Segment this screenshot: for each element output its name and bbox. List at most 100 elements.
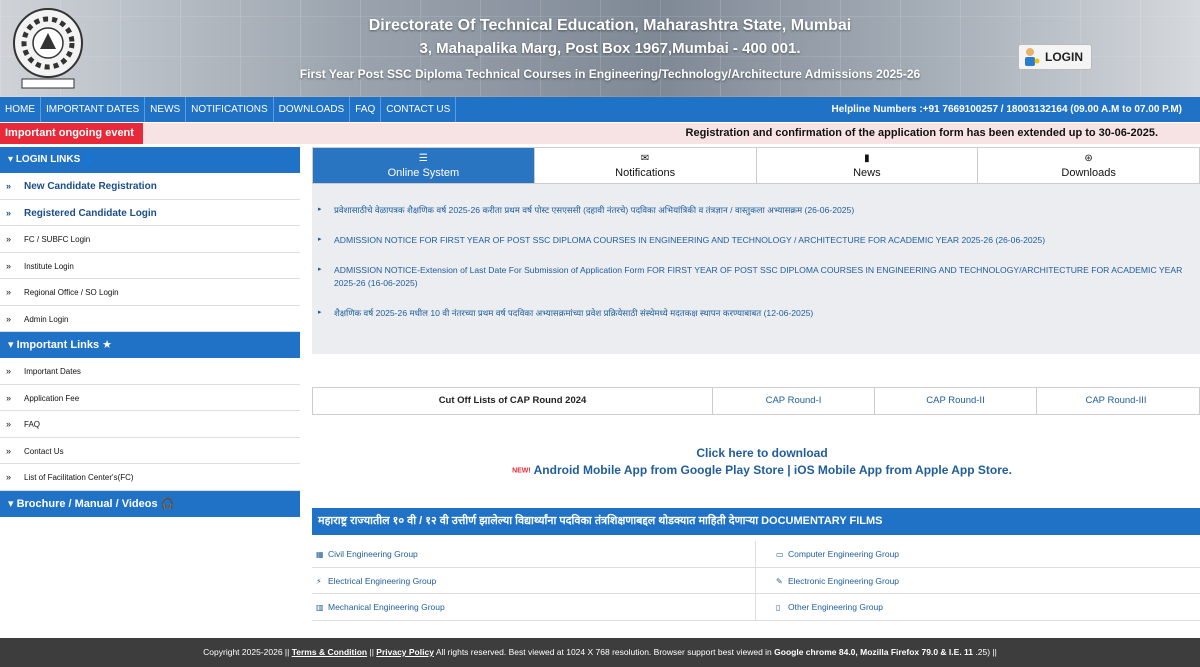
file-icon: ▯ — [776, 603, 781, 612]
dte-emblem-logo — [13, 8, 83, 89]
nav-faq[interactable]: FAQ — [350, 97, 382, 122]
sidebar-item-faq[interactable]: » FAQ — [0, 411, 300, 438]
wrench-icon: ✎ — [776, 576, 783, 586]
bullet-icon: ▸ — [318, 266, 322, 273]
tab-online-system[interactable]: ☰ Online System — [313, 148, 535, 183]
nav-news[interactable]: NEWS — [145, 97, 187, 122]
film-link-mechanical[interactable]: ▥ Mechanical Engineering Group — [312, 594, 756, 620]
document-icon: ▮ — [864, 153, 870, 164]
nav-notifications[interactable]: NOTIFICATIONS — [186, 97, 274, 122]
sidebar-item-fc-login[interactable]: » FC / SUBFC Login — [0, 226, 300, 253]
cap-round-1-link[interactable]: CAP Round-I — [713, 388, 875, 414]
ongoing-event-message[interactable]: Registration and confirmation of the app… — [686, 123, 1158, 144]
nav-important-dates[interactable]: IMPORTANT DATES — [41, 97, 146, 122]
header-title: Directorate Of Technical Education, Maha… — [368, 17, 852, 34]
film-row: ▦ Civil Engineering Group ▭ Computer Engin… — [312, 541, 1200, 568]
double-chevron-icon: » — [6, 234, 12, 244]
film-row: ⚡ Electrical Engineering Group ✎ Electroni… — [312, 567, 1200, 594]
sidebar-item-regional-office-login[interactable]: » Regional Office / SO Login — [0, 279, 300, 306]
cap-round-2-link[interactable]: CAP Round-II — [875, 388, 1037, 414]
link-separator: | — [787, 463, 791, 477]
app-download: Click here to download NEW! Android Mobi… — [312, 446, 1200, 477]
sidebar-item-registered-candidate-login[interactable]: » Registered Candidate Login — [0, 199, 300, 226]
plug-icon: ⚡ — [316, 576, 322, 586]
tab-news[interactable]: ▮ News — [757, 148, 979, 183]
cutoff-lists-bar: Cut Off Lists of CAP Round 2024 CAP Roun… — [312, 387, 1200, 415]
sidebar-item-admin-login[interactable]: » Admin Login — [0, 305, 300, 332]
nav-home[interactable]: HOME — [0, 97, 41, 122]
film-link-computer[interactable]: ▭ Computer Engineering Group — [756, 541, 1200, 567]
footer-browsers: Google chrome 84.0, Mozilla Firefox 79.0… — [774, 647, 974, 657]
android-app-link[interactable]: Android Mobile App from Google Play Stor… — [534, 463, 784, 477]
new-badge: NEW! — [512, 467, 531, 475]
ios-app-link[interactable]: iOS Mobile App from Apple App Store. — [794, 463, 1012, 477]
notice-item[interactable]: ▸ प्रवेशासाठीचे वेळापत्रक शैक्षणिक वर्ष 2… — [318, 204, 1188, 217]
terms-link[interactable]: Terms & Condition — [292, 647, 367, 657]
documentary-films-list: ▦ Civil Engineering Group ▭ Computer Engin… — [312, 541, 1200, 621]
envelope-icon: ✉ — [640, 153, 650, 164]
header-subtitle: First Year Post SSC Diploma Technical Co… — [299, 67, 921, 81]
privacy-link[interactable]: Privacy Policy — [376, 647, 434, 657]
caret-down-icon: ▾ — [8, 497, 17, 510]
notice-item[interactable]: ▸ ADMISSION NOTICE FOR FIRST YEAR OF POST… — [318, 234, 1188, 247]
helpline-numbers: Helpline Numbers :+91 7669100257 / 18003… — [831, 104, 1182, 115]
user-icon: 👤 — [83, 154, 96, 165]
film-link-other[interactable]: ▯ Other Engineering Group — [756, 594, 1200, 620]
bar-chart-icon: ▥ — [316, 603, 324, 612]
site-footer: Copyright 2025-2026 || Terms & Condition… — [0, 638, 1200, 667]
tab-downloads[interactable]: ⊛ Downloads — [978, 148, 1199, 183]
list-icon: ☰ — [418, 153, 428, 164]
tab-notifications[interactable]: ✉ Notifications — [535, 148, 757, 183]
sidebar-brochure-header[interactable]: ▾ Brochure / Manual / Videos 🎧 — [0, 490, 300, 517]
footer-tail: .25) || — [975, 647, 997, 657]
download-icon: ⊛ — [1084, 153, 1093, 164]
double-chevron-icon: » — [6, 313, 12, 324]
footer-copyright: Copyright 2025-2026 || — [203, 647, 290, 657]
film-link-electronic[interactable]: ✎ Electronic Engineering Group — [756, 568, 1200, 594]
double-chevron-icon: » — [6, 366, 12, 376]
notice-item[interactable]: ▸ ADMISSION NOTICE-Extension of Last Date… — [318, 264, 1188, 290]
star-icon: ★ — [102, 339, 113, 351]
ongoing-event-bar: Important ongoing event Registration and… — [0, 123, 1200, 144]
tab-bar: ☰ Online System ✉ Notifications ▮ News ⊛… — [312, 147, 1200, 184]
main-nav: HOME IMPORTANT DATES NEWS NOTIFICATIONS … — [0, 97, 1200, 122]
cap-round-3-link[interactable]: CAP Round-III — [1037, 388, 1195, 414]
double-chevron-icon: » — [6, 392, 12, 403]
documentary-films-header: महाराष्ट्र राज्यातील १० वी / १२ वी उत्ती… — [312, 508, 1200, 535]
sidebar-item-new-candidate-registration[interactable]: » New Candidate Registration — [0, 173, 300, 200]
sidebar-item-institute-login[interactable]: » Institute Login — [0, 252, 300, 279]
sidebar: ▾ LOGIN LINKS 👤 » New Candidate Registrat… — [0, 147, 300, 517]
ongoing-event-tag: Important ongoing event — [0, 123, 143, 144]
film-link-civil[interactable]: ▦ Civil Engineering Group — [312, 541, 756, 567]
sidebar-item-contact-us[interactable]: » Contact Us — [0, 437, 300, 464]
sidebar-item-important-dates[interactable]: » Important Dates — [0, 358, 300, 385]
building-icon: ▦ — [316, 550, 324, 559]
nav-contact-us[interactable]: CONTACT US — [381, 97, 457, 122]
film-row: ▥ Mechanical Engineering Group ▯ Other Eng… — [312, 594, 1200, 621]
film-link-electrical[interactable]: ⚡ Electrical Engineering Group — [312, 567, 756, 593]
notice-list: ▸ प्रवेशासाठीचे वेळापत्रक शैक्षणिक वर्ष 2… — [312, 184, 1200, 354]
double-chevron-icon: » — [6, 287, 12, 297]
notice-item[interactable]: ▸ शैक्षणिक वर्ष 2025-26 मधील 10 वी नंतरच्… — [318, 307, 1188, 320]
double-chevron-icon: » — [6, 260, 12, 271]
sidebar-important-links-header[interactable]: ▾ Important Links ★ — [0, 332, 300, 358]
sidebar-item-application-fee[interactable]: » Application Fee — [0, 384, 300, 411]
login-button[interactable]: LOGIN — [1018, 44, 1092, 70]
caret-down-icon: ▾ — [8, 339, 17, 351]
cutoff-title: Cut Off Lists of CAP Round 2024 — [313, 388, 713, 414]
double-chevron-icon: » — [6, 419, 12, 429]
double-chevron-icon: » — [6, 207, 12, 218]
download-heading[interactable]: Click here to download — [312, 446, 1200, 460]
bullet-icon: ▸ — [318, 236, 322, 243]
nav-downloads[interactable]: DOWNLOADS — [274, 97, 351, 122]
user-key-icon — [1025, 48, 1040, 66]
sidebar-item-facilitation-centers[interactable]: » List of Facilitation Center's(FC) — [0, 464, 300, 491]
bullet-icon: ▸ — [318, 206, 322, 213]
monitor-icon: ▭ — [776, 550, 784, 559]
header-address: 3, Mahapalika Marg, Post Box 1967,Mumbai… — [419, 40, 801, 57]
site-header: Directorate Of Technical Education, Maha… — [0, 0, 1200, 97]
double-chevron-icon: » — [6, 472, 12, 482]
footer-separator: || — [369, 647, 374, 657]
sidebar-login-links-header[interactable]: ▾ LOGIN LINKS 👤 — [0, 147, 300, 173]
double-chevron-icon: » — [6, 445, 12, 456]
